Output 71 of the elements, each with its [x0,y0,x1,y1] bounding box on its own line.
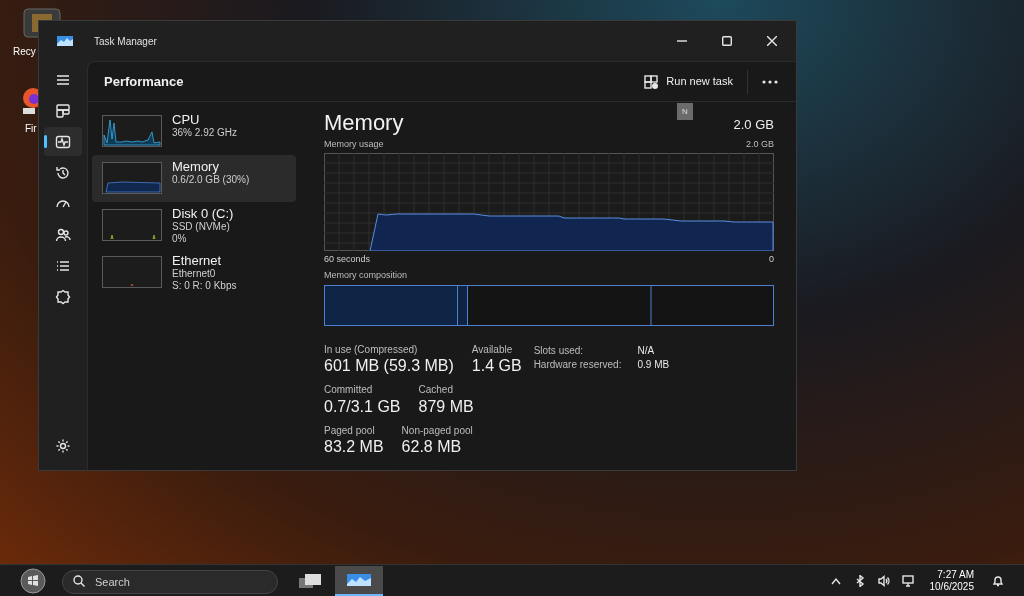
stat-value: 0.9 MB [637,357,670,372]
task-manager-taskbar-button[interactable] [335,565,383,596]
stat-value: N/A [637,343,656,358]
desktop-icon-label[interactable]: Fir [25,121,37,136]
ethernet-graph-thumbnail [102,256,162,288]
maximize-icon [721,36,732,46]
device-detail: 0% [172,234,188,244]
users-icon [55,226,71,243]
clock-date: 10/6/2025 [929,580,974,593]
processes-icon [55,102,71,119]
device-detail: 0.6/2.0 GB (30%) [172,175,250,185]
device-name: CPU [172,113,201,126]
stat-label: Available [471,343,514,356]
more-icon [762,79,778,84]
settings-icon [55,437,71,454]
close-icon [766,36,777,46]
windows-icon [299,573,321,588]
keyboard-shortcut-badge: N [677,103,693,120]
total-capacity: 2.0 GB [733,115,774,134]
stat-value: 1.4 GB [471,356,522,376]
device-name: Memory [172,160,220,173]
task-manager-app-icon [347,573,371,586]
activity-monitor-icon [55,133,71,150]
device-list-item[interactable]: Memory 0.6/2.0 GB (30%) [92,155,296,202]
stat-label: Committed [324,384,374,397]
desktop-icon-label[interactable]: Recy [13,44,36,59]
stat-label: Cached [418,384,454,397]
device-detail: SSD (NVMe) [172,222,231,232]
search-icon [73,574,85,587]
stat-value: 0.7/3.1 GB [324,396,401,417]
window-title: Task Manager [94,34,157,49]
stat-value: 83.2 MB [324,437,384,457]
axis-label: 60 seconds [324,252,371,266]
clock-button[interactable]: 7:27 AM 10/6/2025 [929,568,974,593]
stat-value: 62.8 MB [401,437,463,457]
composition-label: Memory composition [324,269,409,282]
detail-title: Memory [324,112,404,134]
device-list-item[interactable]: CPU 36% 2.92 GHz [92,108,296,155]
puzzle-icon [55,288,71,305]
device-list-item[interactable]: Ethernet Ethernet0 S: 0 R: 0 Kbps [92,249,296,296]
bell-icon [992,574,1004,587]
task-manager-app-icon [57,36,73,46]
stat-label: Hardware reserved: [533,357,623,372]
stat-label: Non-paged pool [401,424,473,437]
cpu-graph-thumbnail [102,115,162,147]
memory-graph-thumbnail [102,162,162,194]
run-new-task-button[interactable]: Run new task [636,67,741,96]
disk-graph-thumbnail [102,209,162,241]
device-detail: Ethernet0 [172,269,217,279]
device-name: Ethernet [172,254,223,267]
stat-value: 601 MB (59.3 MB) [324,356,454,376]
stat-label: Slots used: [533,343,585,358]
stat-label: Paged pool [324,424,376,437]
chart-max-label: 2.0 GB [746,138,774,151]
device-detail: S: 0 R: 0 Kbps [172,281,237,291]
search-field[interactable]: Search [62,569,278,594]
clock-time: 7:27 AM [937,568,974,581]
page-title: Performance [104,72,184,91]
device-name: Disk 0 (C:) [172,207,234,220]
network-icon [901,574,914,587]
stat-label: In use (Compressed) [324,343,419,356]
stat-value: 879 MB [418,396,474,417]
axis-label: 0 [769,252,774,266]
nav-performance-button[interactable] [44,127,82,156]
volume-icon [877,574,890,587]
device-list-item[interactable]: Disk 0 (C:) SSD (NVMe) 0% [92,202,296,249]
clock-history-icon [55,164,71,181]
start-orb-icon [20,567,46,594]
new-task-icon [644,74,659,89]
chart-label: Memory usage [324,138,384,151]
device-detail: 36% 2.92 GHz [172,128,238,138]
